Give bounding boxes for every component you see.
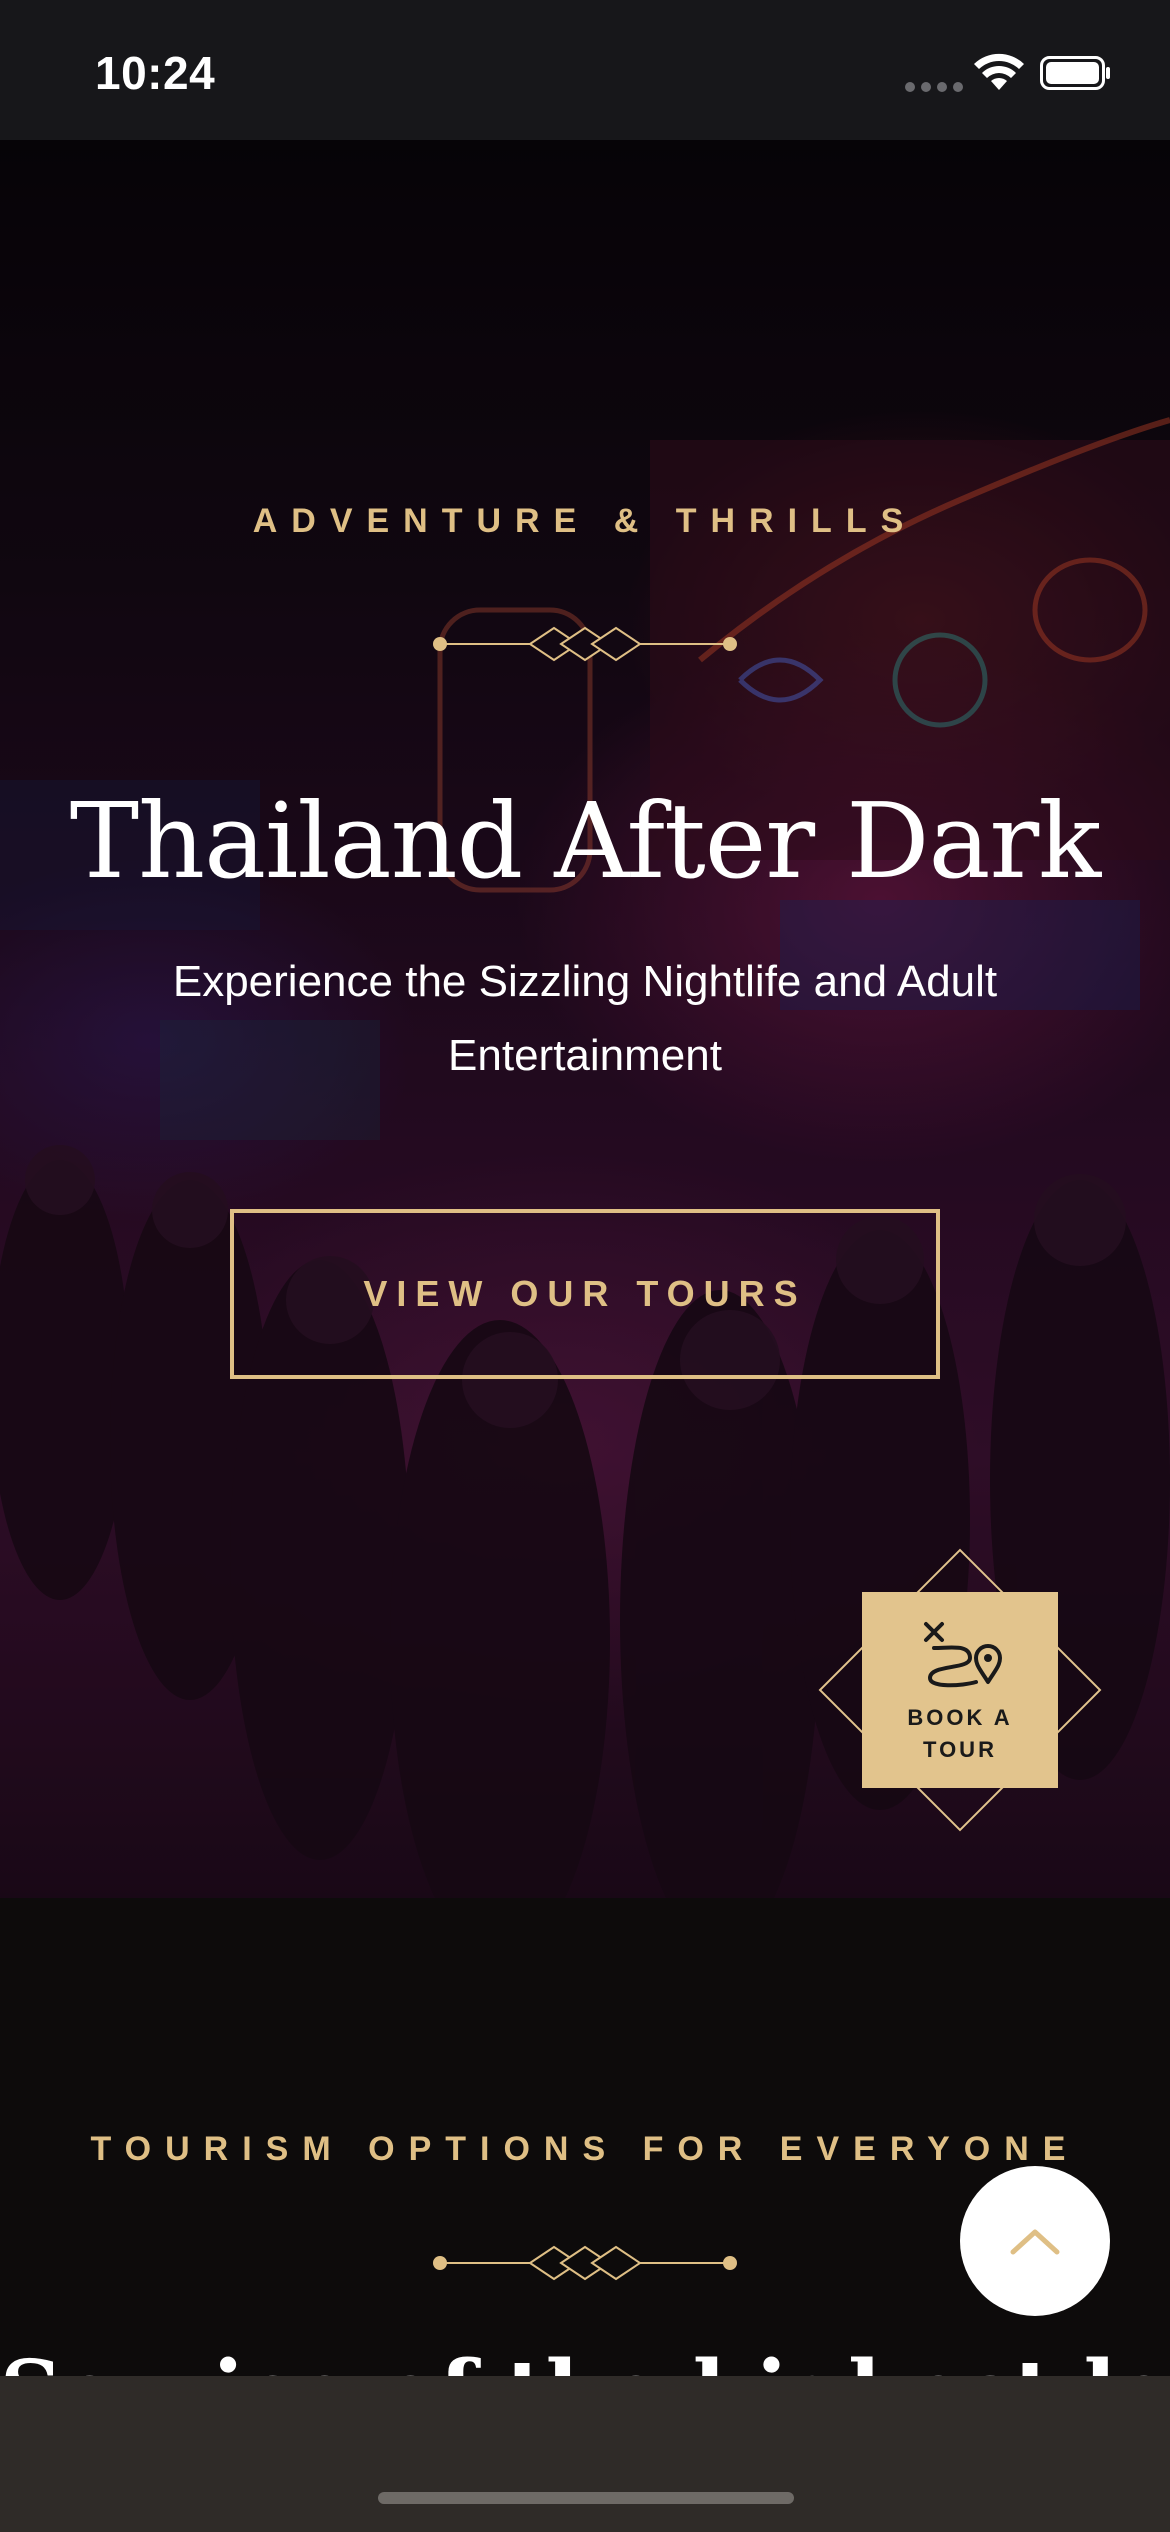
route-map-icon xyxy=(924,1622,1002,1688)
view-tours-button[interactable]: VIEW OUR TOURS xyxy=(230,1209,940,1379)
section-heading: Service of the highest level xyxy=(0,2342,1170,2378)
book-tour-label: BOOK A TOUR xyxy=(907,1705,1013,1762)
hero-eyebrow: ADVENTURE & THRILLS xyxy=(252,502,918,540)
status-time: 10:24 xyxy=(95,47,216,99)
scroll-to-top-button[interactable] xyxy=(960,2166,1110,2316)
bottom-toolbar xyxy=(0,2376,1170,2532)
section-eyebrow: TOURISM OPTIONS FOR EVERYONE xyxy=(90,2130,1080,2168)
ornament-divider-icon xyxy=(433,2245,737,2281)
hero-section: ADVENTURE & THRILLS Thailand After Dark … xyxy=(0,140,1170,1898)
book-tour-button[interactable]: BOOK A TOUR xyxy=(818,1548,1102,1832)
ornament-divider-icon xyxy=(433,626,737,662)
tourism-options-section: TOURISM OPTIONS FOR EVERYONE Service of … xyxy=(0,1898,1170,2378)
status-bar: 10:24 xyxy=(0,0,1170,140)
cellular-signal-icon xyxy=(905,82,963,92)
hero-subtitle: Experience the Sizzling Nightlife and Ad… xyxy=(172,957,998,1080)
book-tour-box: BOOK A TOUR xyxy=(862,1592,1058,1788)
chevron-up-icon xyxy=(1010,2229,1060,2255)
home-indicator[interactable] xyxy=(378,2492,794,2504)
hero-title: Thailand After Dark xyxy=(69,780,1102,902)
wifi-icon xyxy=(974,53,1024,90)
battery-icon xyxy=(1040,56,1110,90)
